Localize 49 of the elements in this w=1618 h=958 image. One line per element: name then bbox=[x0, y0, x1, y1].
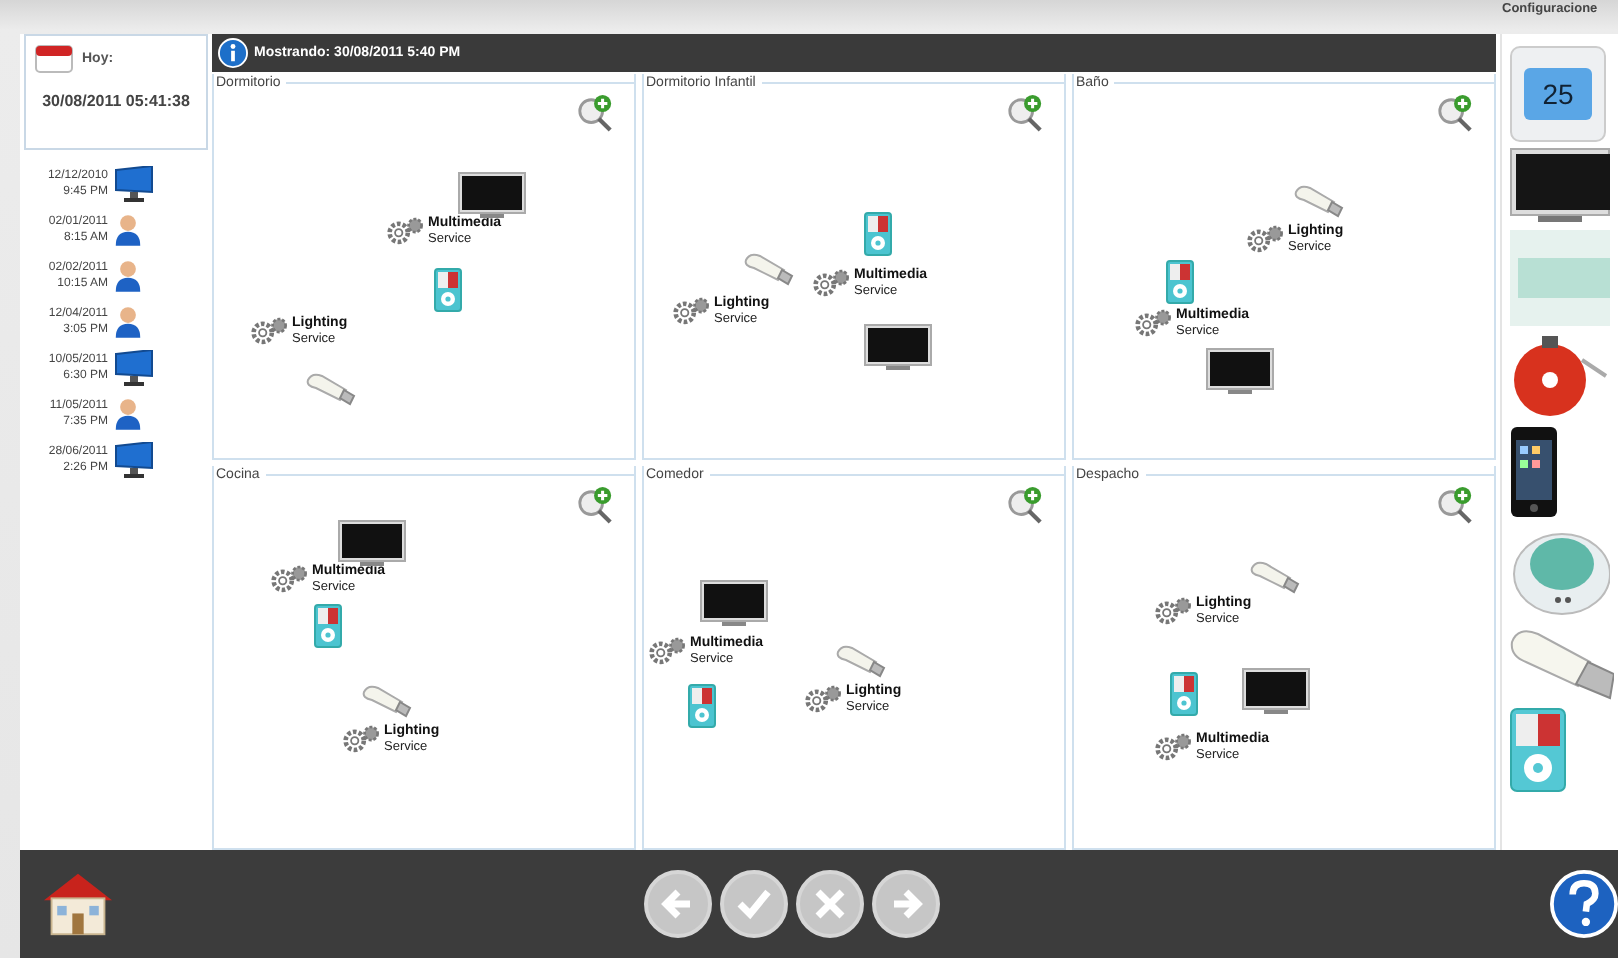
today-datetime: 30/08/2011 05:41:38 bbox=[40, 92, 192, 110]
gears-icon[interactable] bbox=[672, 296, 712, 326]
gears-icon[interactable] bbox=[648, 635, 688, 665]
gears-icon[interactable] bbox=[812, 268, 852, 298]
alarm-bell-icon[interactable] bbox=[1510, 332, 1610, 420]
gears-icon[interactable] bbox=[804, 683, 844, 713]
gears-icon[interactable] bbox=[1154, 731, 1194, 761]
zoom-in-icon[interactable] bbox=[576, 94, 614, 132]
cross-icon bbox=[810, 884, 850, 924]
media-player-icon[interactable] bbox=[1170, 671, 1198, 715]
media-player-icon[interactable] bbox=[864, 212, 892, 256]
tv-icon[interactable] bbox=[700, 579, 768, 627]
zoom-in-icon[interactable] bbox=[1436, 94, 1474, 132]
media-player-icon[interactable] bbox=[1166, 260, 1194, 304]
user-icon[interactable] bbox=[114, 396, 142, 432]
gears-icon[interactable] bbox=[342, 723, 382, 753]
zoom-in-icon[interactable] bbox=[576, 485, 614, 523]
tv-icon[interactable] bbox=[1242, 667, 1310, 715]
monitor-icon[interactable] bbox=[114, 166, 154, 202]
media-player-icon[interactable] bbox=[1510, 708, 1566, 792]
tv-icon[interactable] bbox=[1206, 348, 1274, 396]
zoom-in-icon[interactable] bbox=[1436, 485, 1474, 523]
smartphone-icon[interactable] bbox=[1510, 426, 1558, 518]
monitor-icon[interactable] bbox=[114, 442, 154, 478]
gears-icon[interactable] bbox=[1154, 595, 1194, 625]
zoom-in-icon[interactable] bbox=[1006, 485, 1044, 523]
gears-icon[interactable] bbox=[250, 316, 290, 346]
user-icon[interactable] bbox=[114, 212, 142, 248]
gears-icon[interactable] bbox=[1246, 224, 1286, 254]
gears-icon[interactable] bbox=[270, 563, 310, 593]
thermostat-reading: 25 bbox=[1542, 78, 1574, 110]
calendar-icon bbox=[34, 42, 74, 74]
gears-icon[interactable] bbox=[386, 216, 426, 246]
user-icon[interactable] bbox=[114, 258, 142, 294]
tv-icon[interactable] bbox=[338, 519, 406, 567]
tv-icon[interactable] bbox=[864, 324, 932, 372]
monitor-icon[interactable] bbox=[114, 350, 154, 386]
zoom-in-icon[interactable] bbox=[1006, 94, 1044, 132]
info-icon bbox=[218, 38, 248, 68]
gears-icon[interactable] bbox=[1134, 308, 1174, 338]
tv-device-icon[interactable] bbox=[1510, 148, 1610, 224]
media-player-icon[interactable] bbox=[688, 683, 716, 727]
user-icon[interactable] bbox=[114, 304, 142, 340]
house-icon[interactable] bbox=[40, 870, 116, 938]
help-icon[interactable] bbox=[1550, 870, 1618, 938]
thermostat-device[interactable]: 25 bbox=[1510, 46, 1606, 142]
media-player-icon[interactable] bbox=[434, 268, 462, 312]
check-icon bbox=[734, 884, 774, 924]
media-player-icon[interactable] bbox=[314, 603, 342, 647]
